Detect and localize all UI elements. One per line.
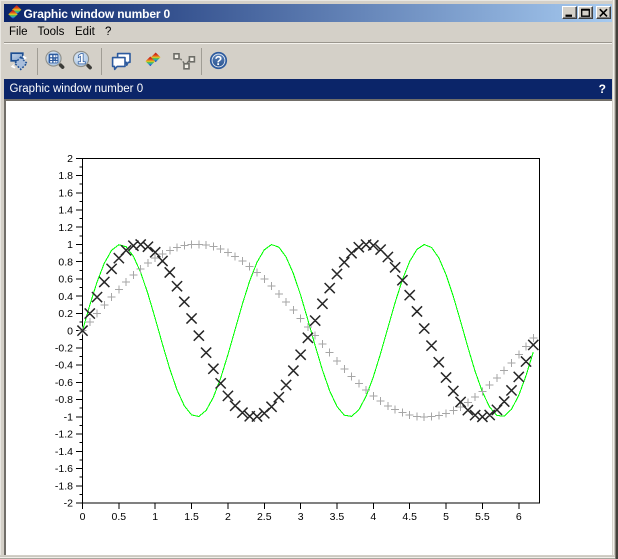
svg-text:6: 6	[516, 511, 522, 523]
svg-text:2.5: 2.5	[257, 511, 272, 523]
svg-text:1: 1	[152, 511, 158, 523]
svg-text:-1.8: -1.8	[55, 480, 73, 492]
svg-text:2: 2	[67, 153, 73, 165]
svg-text:5: 5	[443, 511, 449, 523]
svg-text:1.5: 1.5	[184, 511, 199, 523]
svg-text:1: 1	[67, 239, 73, 251]
svg-text:1.2: 1.2	[58, 222, 73, 234]
svg-text:1.6: 1.6	[58, 187, 73, 199]
svg-text:4.5: 4.5	[402, 511, 417, 523]
svg-text:-1.6: -1.6	[55, 463, 73, 475]
svg-text:0.5: 0.5	[112, 511, 127, 523]
svg-text:3: 3	[298, 511, 304, 523]
svg-text:-1.2: -1.2	[55, 429, 73, 441]
svg-text:2: 2	[225, 511, 231, 523]
svg-text:-1: -1	[64, 411, 73, 423]
svg-text:1.8: 1.8	[58, 170, 73, 182]
svg-text:0.6: 0.6	[58, 274, 73, 286]
svg-text:5.5: 5.5	[475, 511, 490, 523]
svg-text:-0.4: -0.4	[55, 360, 73, 372]
svg-text:-0.6: -0.6	[55, 377, 73, 389]
svg-text:-0.2: -0.2	[55, 342, 73, 354]
svg-text:-0.8: -0.8	[55, 394, 73, 406]
svg-text:3.5: 3.5	[330, 511, 345, 523]
svg-text:0.2: 0.2	[58, 308, 73, 320]
svg-text:4: 4	[370, 511, 376, 523]
svg-text:0.4: 0.4	[58, 291, 73, 303]
svg-text:0: 0	[80, 511, 86, 523]
svg-text:0: 0	[67, 325, 73, 337]
svg-text:1.4: 1.4	[58, 205, 73, 217]
svg-text:0.8: 0.8	[58, 256, 73, 268]
svg-text:-2: -2	[64, 498, 73, 510]
svg-text:-1.4: -1.4	[55, 446, 73, 458]
